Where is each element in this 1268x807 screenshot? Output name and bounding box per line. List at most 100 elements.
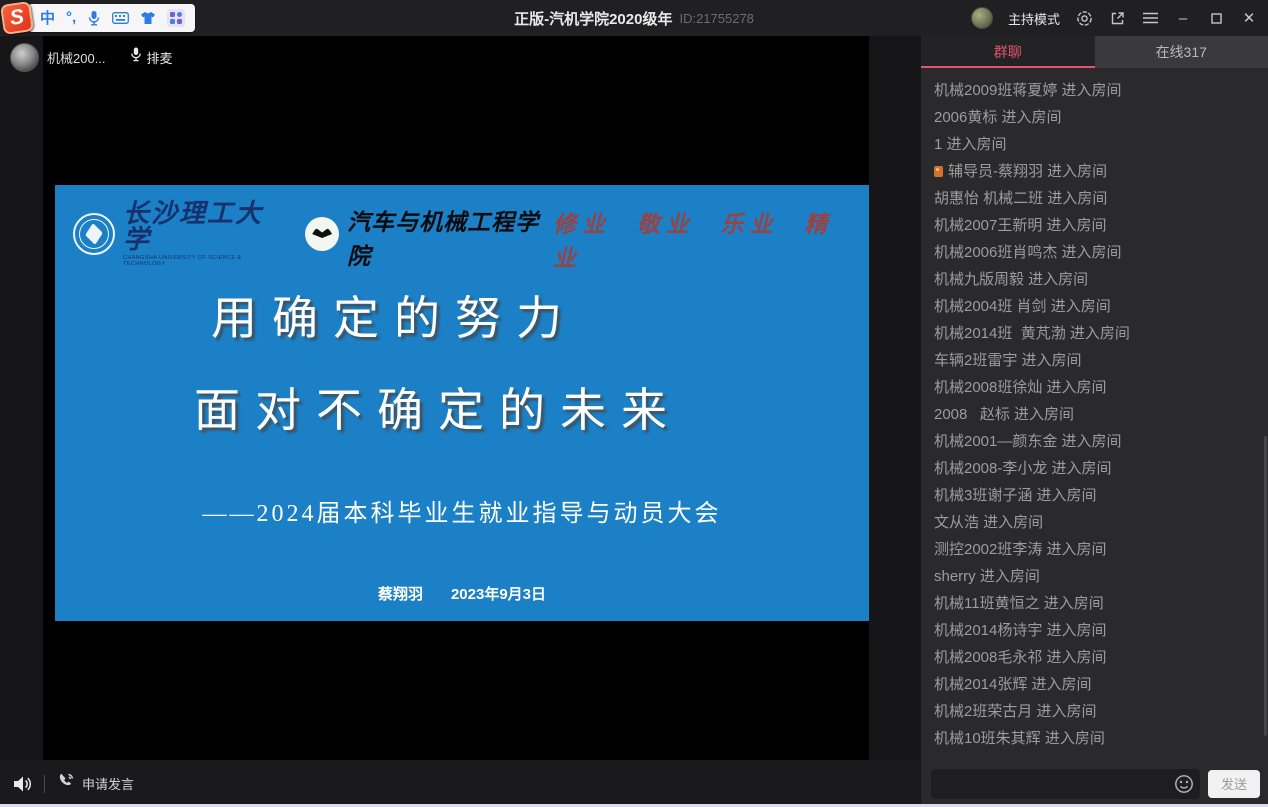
- presenter-avatar[interactable]: [10, 43, 39, 72]
- university-name: 长沙理工大学: [123, 201, 283, 253]
- chat-message: 2008 赵标 进入房间: [934, 401, 1268, 428]
- chat-message-text: 机械2008班徐灿 进入房间: [934, 374, 1107, 401]
- presenter-name: 机械200...: [47, 48, 106, 67]
- chat-message-text: 机械2006班肖鸣杰 进入房间: [934, 239, 1122, 266]
- chat-message: 机械10班朱其辉 进入房间: [934, 725, 1268, 752]
- chat-message: 机械2004班 肖剑 进入房间: [934, 293, 1268, 320]
- tab-group-chat[interactable]: 群聊: [921, 36, 1095, 68]
- chat-message-text: 车辆2班雷宇 进入房间: [934, 347, 1082, 374]
- chat-message-text: 机械2001—颜东金 进入房间: [934, 428, 1122, 455]
- university-logo-icon: [73, 213, 115, 255]
- user-avatar[interactable]: [971, 7, 993, 29]
- chat-input-row: 发送: [921, 760, 1268, 807]
- chat-message-text: 文从浩 进入房间: [934, 509, 1043, 536]
- slide-motto: 修业 敬业 乐业 精业: [553, 205, 851, 273]
- phone-icon: [57, 772, 75, 795]
- ime-lang-toggle[interactable]: 中: [40, 7, 55, 28]
- chat-message: 2006黄标 进入房间: [934, 104, 1268, 131]
- chat-message-text: 机械2008毛永祁 进入房间: [934, 644, 1107, 671]
- chat-message-text: 辅导员-蔡翔羽 进入房间: [948, 158, 1107, 185]
- stage-bottom-bar: 申请发言: [0, 760, 921, 807]
- chat-message-text: 2006黄标 进入房间: [934, 104, 1062, 131]
- speaker-volume-icon[interactable]: [10, 775, 36, 793]
- chat-message: 机械2008毛永祁 进入房间: [934, 644, 1268, 671]
- chat-message-text: 机械10班朱其辉 进入房间: [934, 725, 1105, 752]
- chat-message: 车辆2班雷宇 进入房间: [934, 347, 1268, 374]
- chat-message-text: 机械九版周毅 进入房间: [934, 266, 1088, 293]
- chat-message-text: sherry 进入房间: [934, 563, 1040, 590]
- slide-date: 2023年9月3日: [451, 586, 546, 603]
- ime-toolbar: S 中 °,: [2, 2, 195, 33]
- chat-message-text: 1 进入房间: [934, 131, 1007, 158]
- sidebar-tabs: 群聊 在线317: [921, 36, 1268, 68]
- chat-message-text: 机械11班黄恒之 进入房间: [934, 590, 1104, 617]
- slide-title-line2: 面对不确定的未来: [31, 365, 845, 457]
- emoji-icon[interactable]: [1174, 774, 1194, 794]
- settings-gear-icon[interactable]: [1075, 9, 1093, 27]
- chat-message: 机械2007王新明 进入房间: [934, 212, 1268, 239]
- app-window: S 中 °, 正版-汽机学院2020级年 ID:21755278 主持模式 – …: [0, 0, 1268, 807]
- college-name: 汽车与机械工程学院: [347, 203, 553, 271]
- slide-title-line1: 用确定的努力: [0, 273, 801, 365]
- tab-online-count[interactable]: 在线317: [1095, 36, 1268, 68]
- maximize-button[interactable]: [1207, 9, 1225, 27]
- ime-toolbox-icon[interactable]: [167, 9, 185, 27]
- slide-header: 长沙理工大学 CHANGSHA UNIVERSITY OF SCIENCE & …: [73, 197, 851, 273]
- ime-mic-icon[interactable]: [87, 10, 101, 26]
- queue-mic-button[interactable]: 排麦: [130, 47, 173, 67]
- chat-message-text: 机械2004班 肖剑 进入房间: [934, 293, 1111, 320]
- chat-message: 机械2014杨诗宇 进入房间: [934, 617, 1268, 644]
- popout-window-icon[interactable]: [1108, 9, 1126, 27]
- request-speak-button[interactable]: 申请发言: [57, 772, 134, 795]
- chat-message: 1 进入房间: [934, 131, 1268, 158]
- divider: [44, 775, 45, 793]
- presentation-slide: 长沙理工大学 CHANGSHA UNIVERSITY OF SCIENCE & …: [55, 185, 869, 621]
- main-area: 机械200... 排麦 长沙理工大学 CHANGSHA UNIVERSITY O…: [0, 36, 1268, 807]
- chat-input-container: [931, 769, 1200, 799]
- request-speak-label: 申请发言: [82, 774, 134, 793]
- chat-message-text: 测控2002班李涛 进入房间: [934, 536, 1107, 563]
- chat-message-text: 机械2014杨诗宇 进入房间: [934, 617, 1107, 644]
- host-mode-label: 主持模式: [1008, 9, 1060, 28]
- chat-message: 机械2008-李小龙 进入房间: [934, 455, 1268, 482]
- chat-message-text: 机械2009班蒋夏婷 进入房间: [934, 77, 1122, 104]
- titlebar-controls: 主持模式 – ✕: [971, 0, 1258, 36]
- chat-message: 机械2班荣古月 进入房间: [934, 698, 1268, 725]
- chat-message-text: 2008 赵标 进入房间: [934, 401, 1074, 428]
- chat-message: 机械11班黄恒之 进入房间: [934, 590, 1268, 617]
- titlebar: S 中 °, 正版-汽机学院2020级年 ID:21755278 主持模式 – …: [0, 0, 1268, 36]
- chat-message: 胡惠怡 机械二班 进入房间: [934, 185, 1268, 212]
- chat-message: 机械2008班徐灿 进入房间: [934, 374, 1268, 401]
- chat-message: 机械2001—颜东金 进入房间: [934, 428, 1268, 455]
- ime-keyboard-icon[interactable]: [112, 12, 129, 24]
- slide-title: 用确定的努力 面对不确定的未来: [55, 273, 869, 457]
- university-name-english: CHANGSHA UNIVERSITY OF SCIENCE & TECHNOL…: [123, 255, 283, 267]
- chat-message: 机械3班谢子涵 进入房间: [934, 482, 1268, 509]
- queue-mic-label: 排麦: [147, 48, 173, 67]
- slide-logos: 长沙理工大学 CHANGSHA UNIVERSITY OF SCIENCE & …: [73, 197, 553, 271]
- send-button[interactable]: 发送: [1208, 770, 1260, 798]
- ime-punct-toggle[interactable]: °,: [66, 9, 76, 26]
- window-title: 正版-汽机学院2020级年: [514, 8, 672, 29]
- video-stage: 机械200... 排麦 长沙理工大学 CHANGSHA UNIVERSITY O…: [0, 36, 921, 807]
- chat-message: 测控2002班李涛 进入房间: [934, 536, 1268, 563]
- ime-logo-icon[interactable]: S: [0, 1, 34, 35]
- room-id: ID:21755278: [679, 11, 753, 26]
- college-logo-icon: [305, 217, 339, 251]
- minimize-button[interactable]: –: [1174, 9, 1192, 27]
- close-button[interactable]: ✕: [1240, 9, 1258, 27]
- chat-message-list[interactable]: 机械2009班蒋夏婷 进入房间2006黄标 进入房间1 进入房间辅导员-蔡翔羽 …: [921, 68, 1268, 760]
- ime-skin-icon[interactable]: [140, 11, 156, 25]
- chat-message: 文从浩 进入房间: [934, 509, 1268, 536]
- chat-message: 机械2014张辉 进入房间: [934, 671, 1268, 698]
- chat-sidebar: 群聊 在线317 机械2009班蒋夏婷 进入房间2006黄标 进入房间1 进入房…: [921, 36, 1268, 807]
- chat-input[interactable]: [941, 776, 1174, 791]
- mic-icon: [130, 47, 142, 67]
- presenter-row: 机械200... 排麦: [10, 40, 173, 74]
- menu-icon[interactable]: [1141, 9, 1159, 27]
- chat-message-text: 机械3班谢子涵 进入房间: [934, 482, 1097, 509]
- slide-subtitle: ——2024届本科毕业生就业指导与动员大会: [55, 493, 869, 528]
- chat-scrollbar[interactable]: [1264, 436, 1267, 736]
- chat-message-text: 机械2007王新明 进入房间: [934, 212, 1107, 239]
- chat-message: 机械九版周毅 进入房间: [934, 266, 1268, 293]
